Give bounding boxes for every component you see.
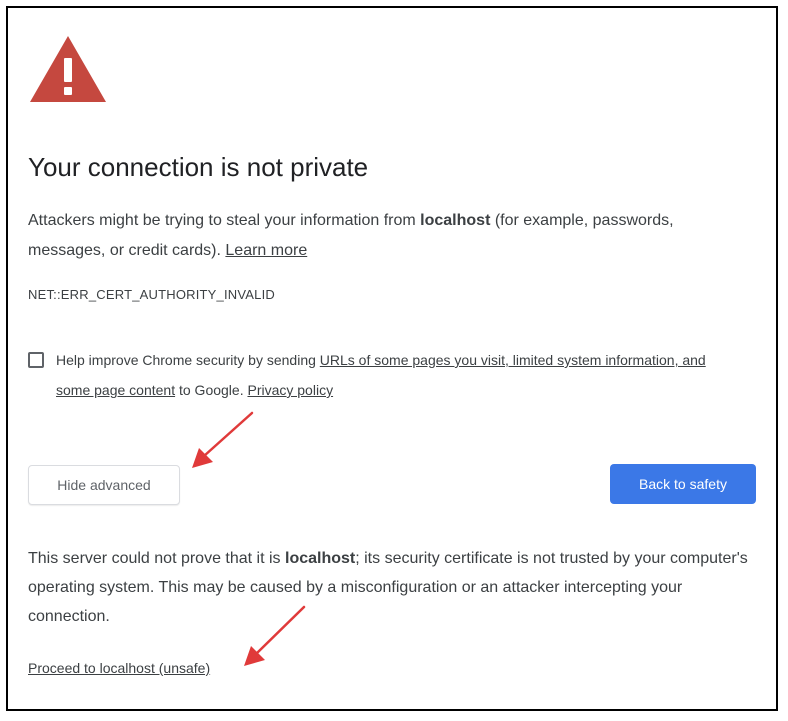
red-arrow-annotation [192,411,254,468]
page-title: Your connection is not private [28,152,369,182]
details-text-1: This server could not prove that it is [28,550,285,567]
proceed-unsafe-link[interactable]: Proceed to localhost (unsafe) [28,660,210,676]
hide-advanced-button[interactable]: Hide advanced [28,465,180,505]
intro-text-1: Attackers might be trying to steal your … [28,212,421,229]
privacy-policy-link[interactable]: Privacy policy [247,382,333,398]
intro-host: localhost [420,212,491,229]
interstitial-page: Your connection is not private Attackers… [6,6,778,711]
report-label: Help improve Chrome security by sending … [56,345,736,405]
error-code: NET::ERR_CERT_AUTHORITY_INVALID [28,287,275,302]
warning-triangle-icon [30,36,106,102]
learn-more-link[interactable]: Learn more [225,242,307,259]
report-text-2: to Google. [175,382,248,398]
report-checkbox[interactable] [28,352,44,368]
details-host: localhost [285,550,356,567]
intro-paragraph: Attackers might be trying to steal your … [28,206,728,266]
details-paragraph: This server could not prove that it is l… [28,544,748,631]
report-text-1: Help improve Chrome security by sending [56,352,320,368]
back-to-safety-button[interactable]: Back to safety [610,464,756,504]
